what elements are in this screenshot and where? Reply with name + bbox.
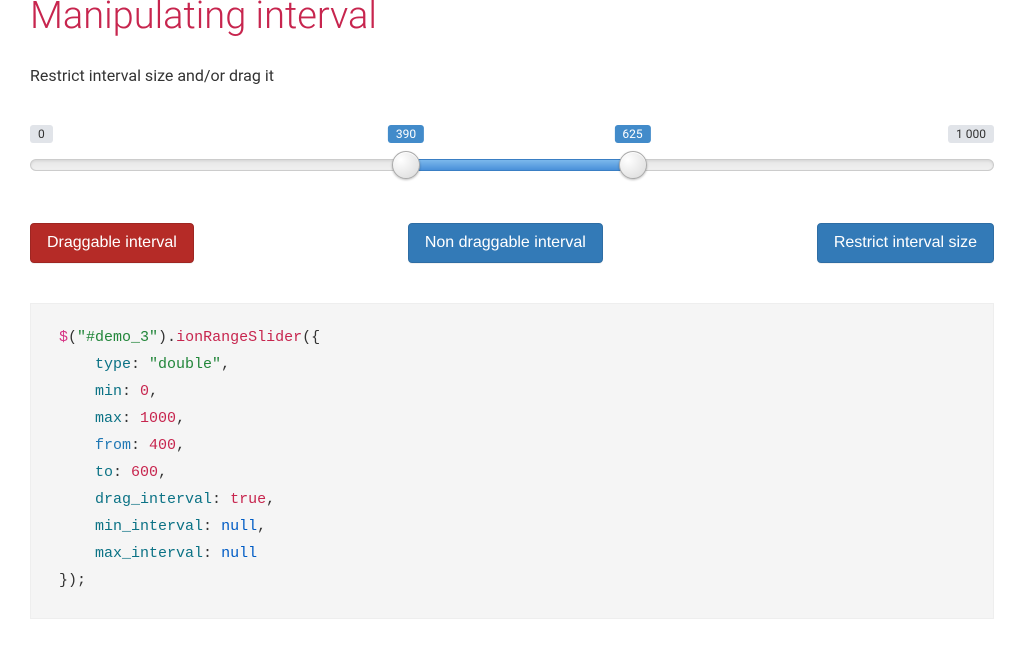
slider-from-value: 390 [388,125,424,143]
page-title: Manipulating interval [30,0,994,38]
range-slider[interactable]: 0 390 625 1 000 [30,125,994,195]
page-subtitle: Restrict interval size and/or drag it [30,66,994,85]
slider-max-label: 1 000 [948,125,994,143]
code-example: $("#demo_3").ionRangeSlider({ type: "dou… [30,303,994,619]
slider-to-value: 625 [614,125,650,143]
draggable-interval-button[interactable]: Draggable interval [30,223,194,263]
slider-handle-from[interactable] [392,151,420,179]
button-row: Draggable interval Non draggable interva… [30,223,994,263]
slider-min-label: 0 [30,125,53,143]
slider-selected-range[interactable] [406,159,632,171]
slider-labels: 0 390 625 1 000 [30,125,994,149]
slider-track[interactable] [30,159,994,171]
non-draggable-interval-button[interactable]: Non draggable interval [408,223,603,263]
slider-handle-to[interactable] [619,151,647,179]
restrict-interval-button[interactable]: Restrict interval size [817,223,994,263]
